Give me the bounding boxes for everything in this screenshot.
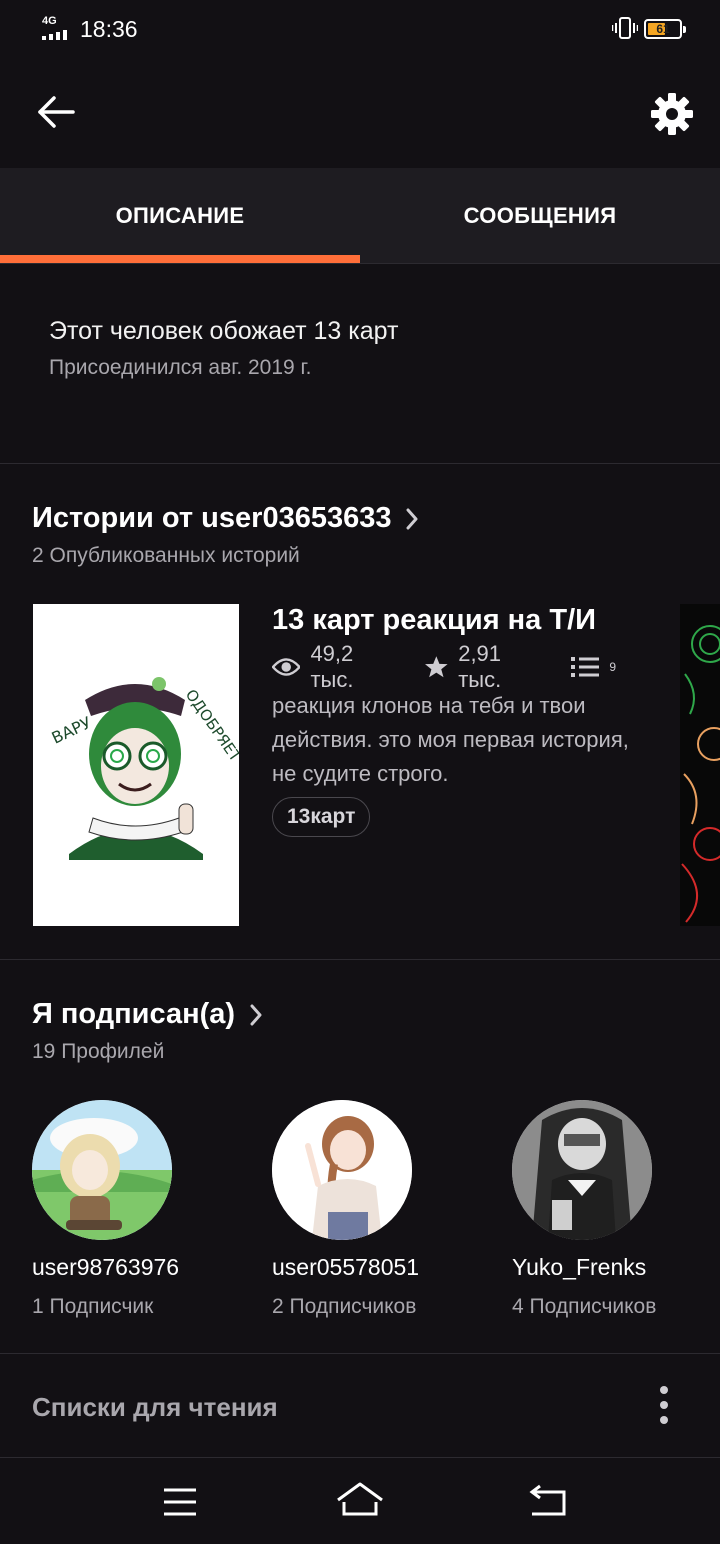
tab-messages[interactable]: СООБЩЕНИЯ [360,168,720,264]
network-type: 4G [42,15,57,27]
menu-icon[interactable] [152,1478,208,1526]
profile-followers: 1 Подписчик [32,1295,154,1318]
tab-messages-label: СООБЩЕНИЯ [463,203,617,228]
profile-name: Yuko_Frenks [512,1254,647,1280]
story-tag[interactable]: 13карт [272,797,371,837]
avatar [272,1100,412,1240]
avatar [512,1100,652,1240]
votes-stat: 2,91 тыс. [424,641,546,693]
joined-date: Присоединился авг. 2019 г. [49,356,312,379]
avatar [32,1100,172,1240]
profile-card[interactable]: Yuko_Frenks 4 Подписчиков [512,1100,712,1319]
tab-description[interactable]: ОПИСАНИЕ [0,168,360,264]
next-story-cover[interactable] [680,604,720,926]
profile-card[interactable]: user05578051 2 Подписчиков [272,1100,472,1319]
stories-title: Истории от user03653633 [32,502,392,534]
star-icon [424,656,448,678]
profile-name: user05578051 [272,1254,420,1280]
story-info: 13 карт реакция на Т/И 49,2 тыс. 2,91 ты… [272,604,642,837]
chevron-right-icon [250,1004,262,1025]
story-title[interactable]: 13 карт реакция на Т/И [272,604,642,637]
app-header [0,56,720,168]
reading-lists-title[interactable]: Списки для чтения [32,1392,278,1423]
reads-count: 49,2 тыс. [310,641,354,692]
profile-followers: 4 Подписчиков [512,1295,657,1318]
eye-icon [272,658,301,676]
chevron-right-icon [406,508,418,529]
system-nav-bar [0,1458,720,1544]
vibrate-icon [612,17,638,39]
profile-followers: 2 Подписчиков [272,1295,417,1318]
stories-section: Истории от user03653633 2 Опубликованных… [0,464,720,960]
story-cover-image: ВАРУ ОДОБРЯЕТ [33,604,239,926]
story-description: реакция клонов на тебя и твои действия. … [272,693,629,786]
profile-description: Этот человек обожает 13 карт [49,317,399,345]
status-bar: 4G 18:36 61 [0,0,720,56]
stories-count: 2 Опубликованных историй [32,544,300,567]
following-title-link[interactable]: Я подписан(а) [32,998,263,1031]
status-time: 18:36 [80,16,138,42]
tab-description-label: ОПИСАНИЕ [115,203,245,228]
active-tab-indicator [0,255,360,263]
about-section: Этот человек обожает 13 карт Присоединил… [0,264,720,464]
home-icon[interactable] [332,1478,388,1526]
reads-stat: 49,2 тыс. [272,641,398,693]
battery-level: 61 [656,22,670,36]
more-vertical-icon[interactable] [648,1384,680,1426]
parts-stat: 9 [571,656,616,678]
following-title: Я подписан(а) [32,998,236,1030]
back-arrow-icon[interactable] [36,94,76,130]
profile-card[interactable]: user98763976 1 Подписчик [32,1100,232,1319]
story-cover[interactable]: ВАРУ ОДОБРЯЕТ [33,604,239,926]
votes-count: 2,91 тыс. [458,641,502,692]
profile-tabs: ОПИСАНИЕ СООБЩЕНИЯ [0,168,720,264]
profile-name: user98763976 [32,1254,180,1280]
following-count: 19 Профилей [32,1040,165,1063]
stories-title-link[interactable]: Истории от user03653633 [32,502,419,535]
gear-icon[interactable] [650,92,694,136]
reading-lists-section: Списки для чтения [0,1354,720,1458]
back-nav-icon[interactable] [520,1478,576,1526]
story-stats: 49,2 тыс. 2,91 тыс. 9 [272,641,642,692]
signal-icon [42,30,67,40]
list-icon [571,657,600,677]
battery-icon: 61 [644,19,686,39]
parts-count: 9 [609,660,616,674]
following-section: Я подписан(а) 19 Профилей user98763976 1… [0,960,720,1354]
